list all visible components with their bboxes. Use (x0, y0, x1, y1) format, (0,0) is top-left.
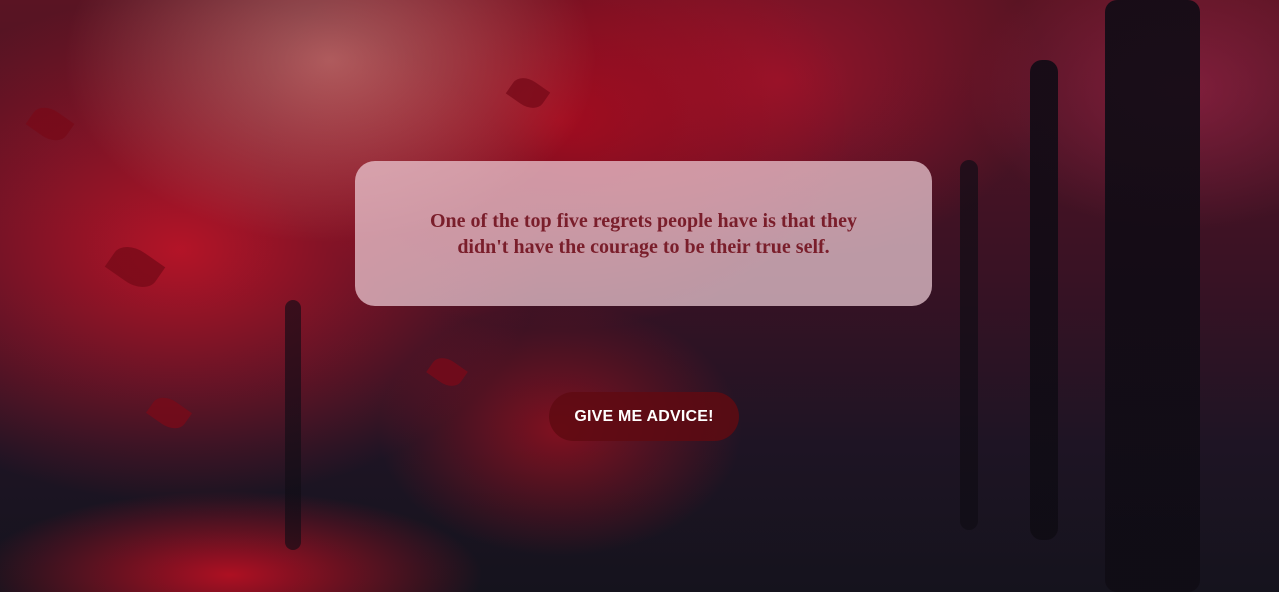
tree-trunk (1030, 60, 1058, 540)
quote-text: One of the top five regrets people have … (430, 209, 857, 258)
quote-card: One of the top five regrets people have … (355, 161, 932, 306)
leaf-decoration (505, 72, 551, 114)
give-advice-button[interactable]: GIVE ME ADVICE! (549, 392, 739, 441)
leaf-decoration (25, 101, 75, 147)
leaf-decoration (145, 391, 193, 435)
leaf-decoration (104, 238, 166, 296)
tree-trunk (1105, 0, 1200, 592)
tree-trunk (285, 300, 301, 550)
leaf-decoration (426, 352, 468, 392)
tree-trunk (960, 160, 978, 530)
